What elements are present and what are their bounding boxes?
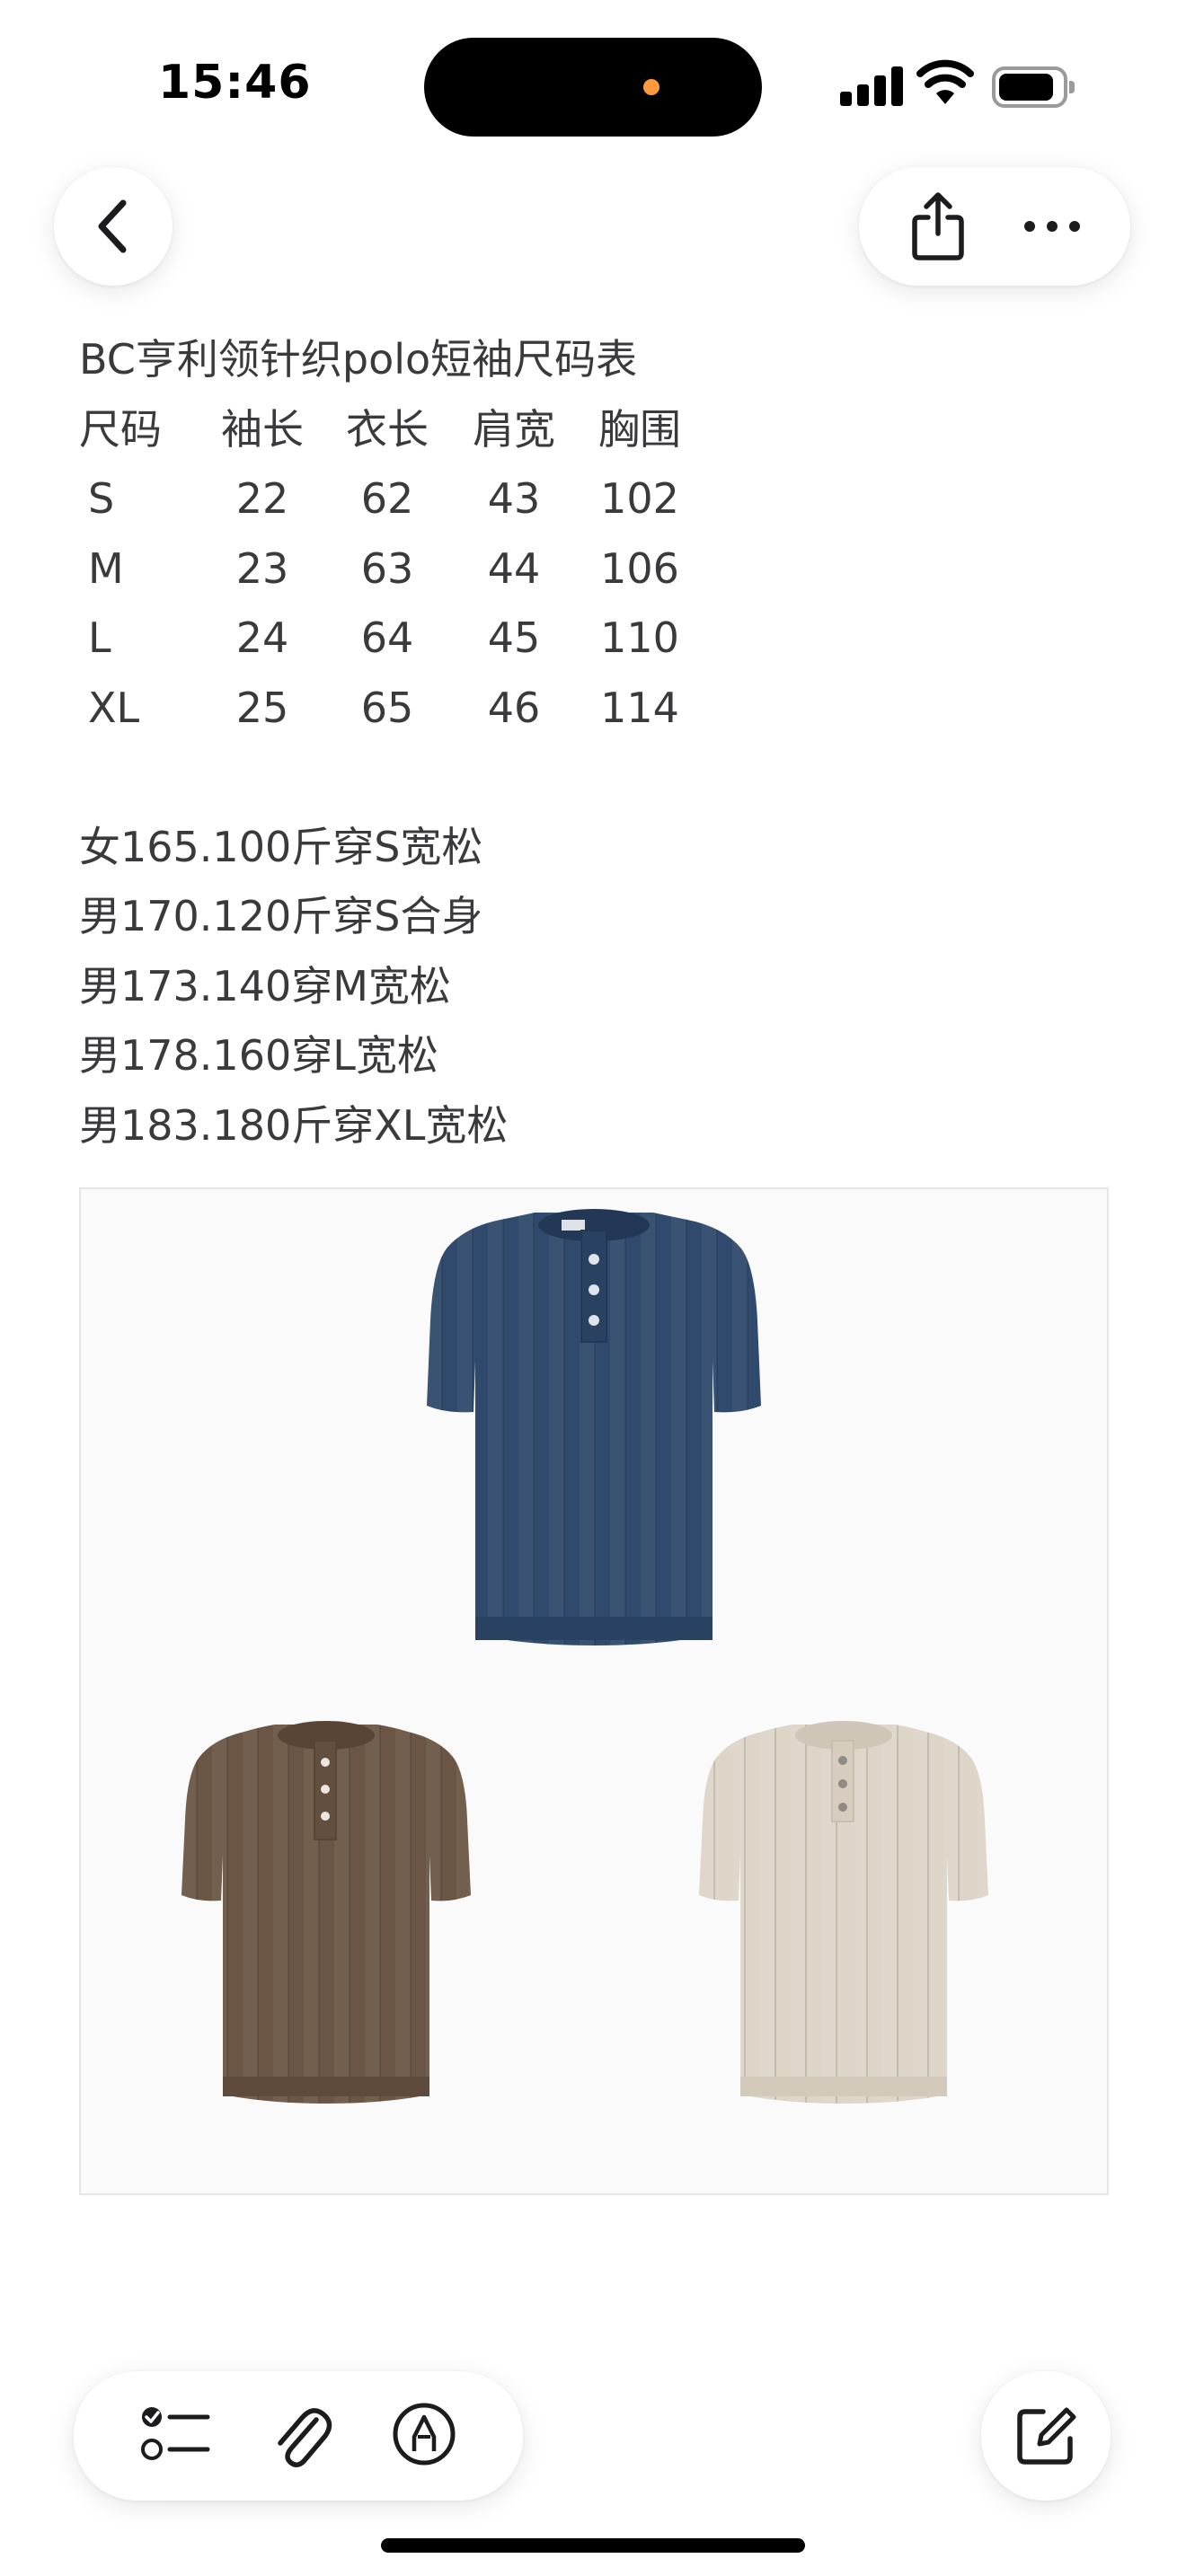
- share-button[interactable]: [902, 190, 974, 262]
- cell-sleeve: 23: [235, 543, 289, 593]
- chevron-left-icon: [98, 199, 127, 253]
- notes-screen: 15:46 BC亨利领针织polo短袖尺码表 尺码 袖长 衣长 肩宽 胸围 S …: [0, 0, 1186, 2576]
- status-time: 15:46: [158, 56, 312, 110]
- checklist-icon: [140, 2407, 210, 2460]
- size-table-row: S 22 62 43 102: [79, 464, 703, 534]
- back-button[interactable]: [54, 167, 173, 286]
- cell-size: L: [88, 613, 111, 662]
- cell-length: 62: [360, 474, 414, 523]
- note-body[interactable]: BC亨利领针织polo短袖尺码表 尺码 袖长 衣长 肩宽 胸围 S 22 62 …: [79, 325, 703, 1160]
- size-table-row: L 24 64 45 110: [79, 604, 703, 674]
- cell-chest: 110: [600, 613, 679, 662]
- cellular-signal-icon: [840, 65, 903, 106]
- header-size: 尺码: [79, 404, 162, 454]
- activity-indicator: [643, 79, 659, 95]
- fit-recommendation: 男173.140穿M宽松: [79, 961, 451, 1010]
- cell-length: 65: [360, 683, 414, 732]
- navy-polo: [427, 1209, 761, 1645]
- markup-button[interactable]: [391, 2401, 457, 2471]
- product-image[interactable]: [79, 1187, 1109, 2195]
- cell-length: 63: [360, 543, 414, 593]
- checklist-button[interactable]: [139, 2403, 211, 2469]
- cell-shoulder: 46: [487, 683, 541, 732]
- cell-shoulder: 43: [487, 474, 541, 523]
- bottom-toolbar: [74, 2371, 523, 2501]
- cell-sleeve: 24: [235, 613, 289, 662]
- battery-icon: [992, 66, 1075, 108]
- compose-icon: [1017, 2407, 1076, 2465]
- size-table-header: 尺码 袖长 衣长 肩宽 胸围: [79, 395, 703, 465]
- cell-size: XL: [88, 683, 140, 732]
- header-sleeve: 袖长: [221, 404, 304, 454]
- cell-size: S: [88, 474, 115, 523]
- brown-polo: [181, 1721, 471, 2104]
- attach-button[interactable]: [270, 2398, 332, 2474]
- share-icon: [911, 192, 964, 260]
- cell-length: 64: [360, 613, 414, 662]
- size-table-row: M 23 63 44 106: [79, 534, 703, 604]
- paperclip-icon: [278, 2408, 332, 2467]
- cell-size: M: [88, 543, 124, 593]
- header-length: 衣长: [346, 404, 429, 454]
- beige-polo: [699, 1721, 988, 2104]
- cell-sleeve: 25: [235, 683, 289, 732]
- note-title: BC亨利领针织polo短袖尺码表: [79, 335, 638, 384]
- cell-chest: 106: [600, 543, 679, 593]
- more-horizontal-icon: [1023, 221, 1080, 232]
- cell-sleeve: 22: [235, 474, 289, 523]
- cell-chest: 114: [600, 683, 679, 732]
- size-table-row: XL 25 65 46 114: [79, 674, 703, 744]
- fit-recommendation: 男183.180斤穿XL宽松: [79, 1100, 509, 1150]
- header-chest: 胸围: [598, 404, 681, 454]
- home-indicator[interactable]: [381, 2538, 805, 2553]
- more-button[interactable]: [1016, 190, 1088, 262]
- fit-recommendation: 男170.120斤穿S合身: [79, 892, 483, 940]
- cell-shoulder: 45: [487, 613, 541, 662]
- fit-recommendation: 男178.160穿L宽松: [79, 1031, 438, 1080]
- markup-pen-icon: [393, 2403, 456, 2466]
- header-shoulder: 肩宽: [473, 404, 555, 454]
- cell-chest: 102: [600, 474, 679, 523]
- note-actions: [859, 167, 1130, 286]
- cell-shoulder: 44: [487, 543, 541, 593]
- polo-shirts-illustration: [181, 1209, 988, 2104]
- wifi-icon: [916, 59, 974, 104]
- compose-button[interactable]: [981, 2371, 1111, 2501]
- dynamic-island: [424, 38, 762, 137]
- fit-recommendation: 女165.100斤穿S宽松: [79, 822, 483, 871]
